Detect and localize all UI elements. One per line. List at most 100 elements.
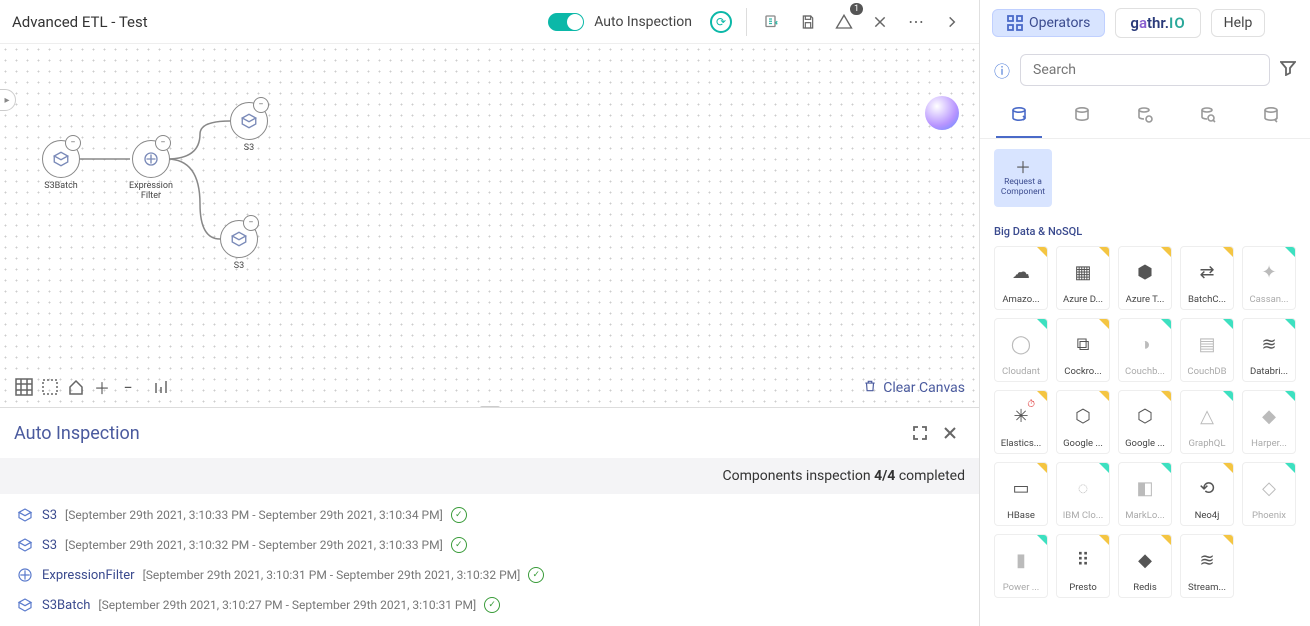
operator-azured[interactable]: ▦Azure D... [1056,246,1110,310]
chart-icon[interactable] [150,375,174,399]
operator-icon: ▤ [1198,323,1215,366]
operator-power[interactable]: ▮Power ... [994,534,1048,598]
forward-button[interactable] [937,7,967,37]
log-row[interactable]: S3[September 29th 2021, 3:10:33 PM - Sep… [0,500,979,530]
log-row[interactable]: S3[September 29th 2021, 3:10:32 PM - Sep… [0,530,979,560]
tab-db-in[interactable] [996,98,1042,138]
operator-google[interactable]: ⬡Google ... [1118,390,1172,454]
check-icon: ✓ [451,537,467,553]
operator-label: Power ... [1003,582,1040,593]
topbar: Advanced ETL - Test Auto Inspection ⟳ 1 … [0,0,979,44]
corner-badge-icon [1223,391,1233,401]
grid-icon[interactable] [12,375,36,399]
operator-icon: ▮ [1016,539,1026,582]
section-header: Big Data & NoSQL [994,225,1296,238]
tab-db[interactable] [1059,98,1105,138]
corner-badge-icon [1285,247,1295,257]
operator-ibmclo[interactable]: ◌IBM Clo... [1056,462,1110,526]
operator-label: Cockro... [1064,366,1101,377]
operator-cassan[interactable]: ✦Cassan... [1242,246,1296,310]
clear-canvas-button[interactable]: Clear Canvas [863,379,965,397]
select-icon[interactable] [38,375,62,399]
operator-icon: ⧉ [1077,323,1090,366]
operator-azuret[interactable]: ⬢Azure T... [1118,246,1172,310]
operator-google[interactable]: ⬡Google ... [1056,390,1110,454]
operator-stream[interactable]: ≋Stream... [1180,534,1234,598]
log-time: [September 29th 2021, 3:10:27 PM - Septe… [98,598,476,612]
help-button[interactable]: Help [1211,9,1266,37]
operator-graphql[interactable]: △GraphQL [1180,390,1234,454]
assistant-orb-icon[interactable] [925,96,959,130]
operator-grid: ☁Amazo...▦Azure D...⬢Azure T...⇄BatchC..… [994,246,1296,598]
operator-elastics[interactable]: ⏱✳Elastics... [994,390,1048,454]
operator-phoenix[interactable]: ◇Phoenix [1242,462,1296,526]
save-button[interactable] [793,7,823,37]
operator-neo4j[interactable]: ⟲Neo4j [1180,462,1234,526]
operator-amazo[interactable]: ☁Amazo... [994,246,1048,310]
operator-harper[interactable]: ◆Harper... [1242,390,1296,454]
close-button[interactable] [865,7,895,37]
fullscreen-icon[interactable] [905,418,935,448]
expand-handle[interactable]: ▸ [0,89,16,111]
operator-icon: ▦ [1074,251,1091,294]
tab-db-search[interactable] [1185,98,1231,138]
filter-icon [16,566,34,584]
operator-icon: ≋ [1261,323,1276,366]
operator-redis[interactable]: ◆Redis [1118,534,1172,598]
operator-batchc[interactable]: ⇄BatchC... [1180,246,1234,310]
panel-close-icon[interactable] [935,418,965,448]
node-expfilter[interactable]: − Expression Filter [129,140,173,202]
log-row[interactable]: ExpressionFilter[September 29th 2021, 3:… [0,560,979,590]
operator-label: Phoenix [1252,510,1286,521]
operator-presto[interactable]: ⠿Presto [1056,534,1110,598]
pipeline-canvas[interactable]: ▸ − S3Batch − Expression Filter − [0,44,979,407]
import-button[interactable] [757,7,787,37]
corner-badge-icon [1223,319,1233,329]
refresh-button[interactable]: ⟳ [706,7,736,37]
corner-badge-icon [1161,319,1171,329]
cube-icon [16,536,34,554]
operator-icon: ⬡ [1137,395,1153,438]
tab-db-out[interactable] [1248,98,1294,138]
operator-marklo[interactable]: ◧MarkLo... [1118,462,1172,526]
operator-icon: ◧ [1136,467,1153,510]
operator-label: Azure D... [1063,294,1103,305]
zoom-in-icon[interactable]: ＋ [90,375,114,399]
request-component-button[interactable]: ＋ Request a Component [994,149,1052,207]
sidebar: Operators gathr.IO Help ⓘ ＋ Request a Co… [980,0,1310,626]
operator-label: Elastics... [1001,438,1042,449]
operator-label: Cassan... [1249,294,1288,305]
log-time: [September 29th 2021, 3:10:33 PM - Septe… [65,508,443,522]
operator-icon: ◇ [1262,467,1276,510]
operator-couchb[interactable]: ◑Couchb... [1118,318,1172,382]
operator-label: CouchDB [1187,366,1226,377]
operators-button[interactable]: Operators [992,9,1105,37]
info-icon[interactable]: ⓘ [994,58,1010,82]
filter-icon[interactable] [1280,60,1296,80]
resize-handle[interactable] [480,406,500,407]
corner-badge-icon [1099,247,1109,257]
corner-badge-icon [1037,319,1047,329]
operator-icon: ◆ [1138,539,1152,582]
home-icon[interactable] [64,375,88,399]
more-button[interactable]: ⋯ [901,7,931,37]
warnings-button[interactable]: 1 [829,7,859,37]
corner-badge-icon [1223,463,1233,473]
zoom-out-icon[interactable]: − [116,375,140,399]
operator-label: Presto [1069,582,1097,593]
search-input[interactable] [1020,54,1270,86]
tab-db-gear[interactable] [1122,98,1168,138]
node-s3batch[interactable]: − S3Batch [42,140,80,192]
auto-inspection-toggle[interactable] [548,13,584,31]
operator-icon: ◑ [1140,323,1151,366]
operator-databri[interactable]: ≋Databri... [1242,318,1296,382]
operator-hbase[interactable]: ▭HBase [994,462,1048,526]
operator-couchdb[interactable]: ▤CouchDB [1180,318,1234,382]
log-row[interactable]: S3Batch[September 29th 2021, 3:10:27 PM … [0,590,979,620]
gathr-logo[interactable]: gathr.IO [1115,8,1200,38]
operator-cloudant[interactable]: ◯Cloudant [994,318,1048,382]
node-s3-top[interactable]: − S3 [230,102,268,154]
node-s3-bottom[interactable]: − S3 [220,220,258,272]
check-icon: ✓ [528,567,544,583]
operator-cockro[interactable]: ⧉Cockro... [1056,318,1110,382]
